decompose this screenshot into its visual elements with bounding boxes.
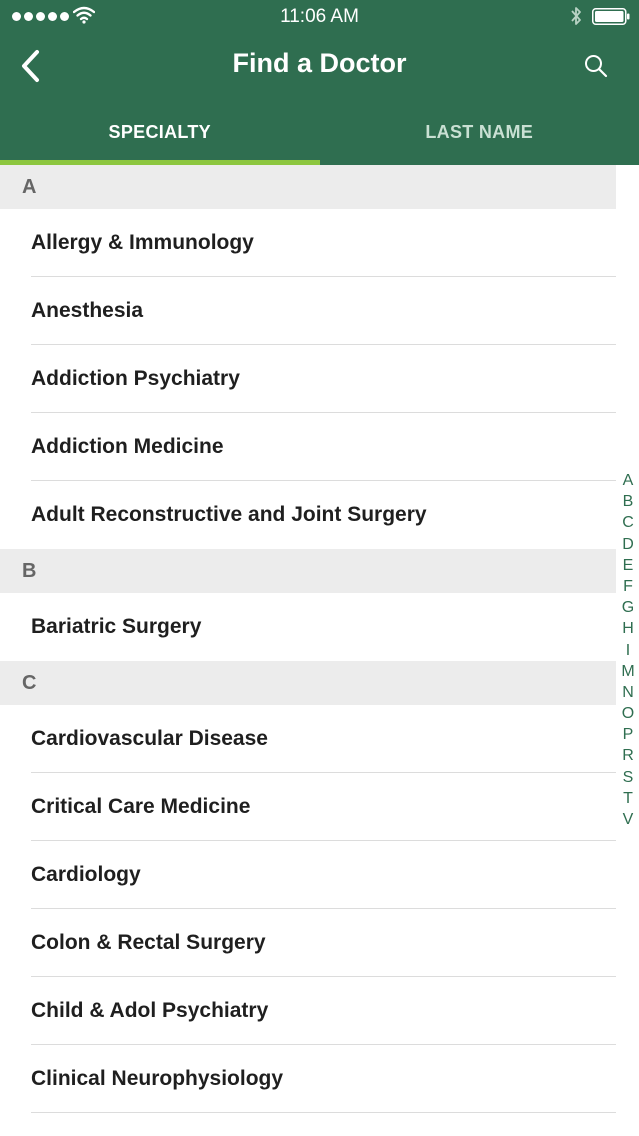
section-header-c: C: [0, 661, 616, 705]
index-letter-c[interactable]: C: [622, 512, 634, 533]
battery-icon: [592, 8, 630, 25]
index-letter-i[interactable]: I: [626, 640, 630, 661]
index-letter-a[interactable]: A: [623, 470, 634, 491]
back-button[interactable]: [10, 44, 50, 88]
index-letter-r[interactable]: R: [622, 745, 634, 766]
bluetooth-icon: [571, 7, 581, 25]
index-letter-s[interactable]: S: [623, 767, 634, 788]
tab-specialty[interactable]: SPECIALTY: [0, 100, 320, 165]
index-letter-e[interactable]: E: [623, 555, 634, 576]
find-a-doctor-screen: 11:06 AM Find a Doctor SPECIALTY LAST NA…: [0, 0, 639, 1136]
nav-bar: Find a Doctor: [0, 34, 639, 96]
tab-last-name[interactable]: LAST NAME: [320, 100, 639, 165]
page-title: Find a Doctor: [232, 48, 407, 78]
index-letter-b[interactable]: B: [623, 491, 634, 512]
specialty-list: A Allergy & Immunology Anesthesia Addict…: [0, 165, 616, 1136]
index-letter-n[interactable]: N: [622, 682, 634, 703]
list-item[interactable]: Clinical Neurophysiology: [0, 1045, 616, 1113]
list-item[interactable]: Colon & Rectal Surgery: [0, 909, 616, 977]
list-item[interactable]: Bariatric Surgery: [0, 593, 616, 661]
header: 11:06 AM Find a Doctor SPECIALTY LAST NA…: [0, 0, 639, 165]
alphabet-index[interactable]: A B C D E F G H I M N O P R S T V: [617, 470, 639, 830]
tab-specialty-label: SPECIALTY: [108, 122, 211, 142]
list-item[interactable]: Cardiovascular/Thoracic: [0, 1113, 616, 1136]
index-letter-f[interactable]: F: [623, 576, 633, 597]
list-item[interactable]: Anesthesia: [0, 277, 616, 345]
section-header-a: A: [0, 165, 616, 209]
search-button[interactable]: [576, 46, 616, 86]
list-item[interactable]: Addiction Medicine: [0, 413, 616, 481]
chevron-left-icon: [22, 50, 39, 82]
index-letter-h[interactable]: H: [622, 618, 634, 639]
tab-last-name-label: LAST NAME: [425, 122, 534, 142]
index-letter-d[interactable]: D: [622, 534, 634, 555]
list-item[interactable]: Cardiology: [0, 841, 616, 909]
status-time: 11:06 AM: [280, 6, 359, 27]
index-letter-t[interactable]: T: [623, 788, 633, 809]
tab-bar: SPECIALTY LAST NAME: [0, 100, 639, 165]
list-item[interactable]: Adult Reconstructive and Joint Surgery: [0, 481, 616, 549]
list-item[interactable]: Critical Care Medicine: [0, 773, 616, 841]
list-item[interactable]: Addiction Psychiatry: [0, 345, 616, 413]
list-item[interactable]: Cardiovascular Disease: [0, 705, 616, 773]
list-item[interactable]: Child & Adol Psychiatry: [0, 977, 616, 1045]
index-letter-m[interactable]: M: [621, 661, 634, 682]
index-letter-g[interactable]: G: [622, 597, 634, 618]
list-item[interactable]: Allergy & Immunology: [0, 209, 616, 277]
section-header-b: B: [0, 549, 616, 593]
search-icon: [585, 55, 608, 78]
status-bar: 11:06 AM: [0, 0, 639, 34]
index-letter-v[interactable]: V: [623, 809, 634, 830]
index-letter-o[interactable]: O: [622, 703, 634, 724]
index-letter-p[interactable]: P: [623, 724, 634, 745]
